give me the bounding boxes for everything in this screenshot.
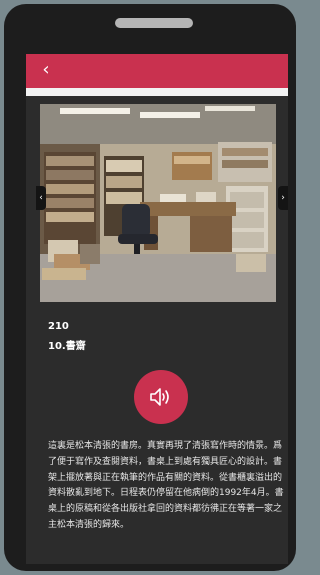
chevron-left-icon: ‹: [39, 193, 43, 203]
next-photo-button[interactable]: ›: [278, 186, 288, 210]
phone-speaker: [115, 18, 193, 28]
exhibit-number: 210: [48, 321, 69, 332]
speaker-icon: [150, 388, 169, 406]
header-divider: [26, 88, 288, 96]
phone-frame: ‹ ‹ › 210 10.書齋 這裏是松本清張的書房。真實再現了清張寫作時的情景…: [4, 4, 296, 571]
chevron-left-icon: ‹: [42, 59, 50, 80]
exhibit-description: 這裏是松本清張的書房。真實再現了清張寫作時的情景。爲了便于寫作及查閱資料，書桌上…: [48, 441, 284, 530]
chevron-right-icon: ›: [281, 193, 285, 203]
exhibit-photo: [40, 104, 276, 302]
app-header: ‹: [26, 54, 288, 88]
back-button[interactable]: ‹: [34, 59, 58, 83]
app-screen: ‹ ‹ › 210 10.書齋 這裏是松本清張的書房。真實再現了清張寫作時的情景…: [26, 54, 288, 564]
exhibit-title: 10.書齋: [48, 341, 86, 352]
audio-play-button[interactable]: [134, 370, 188, 424]
prev-photo-button[interactable]: ‹: [36, 186, 46, 210]
